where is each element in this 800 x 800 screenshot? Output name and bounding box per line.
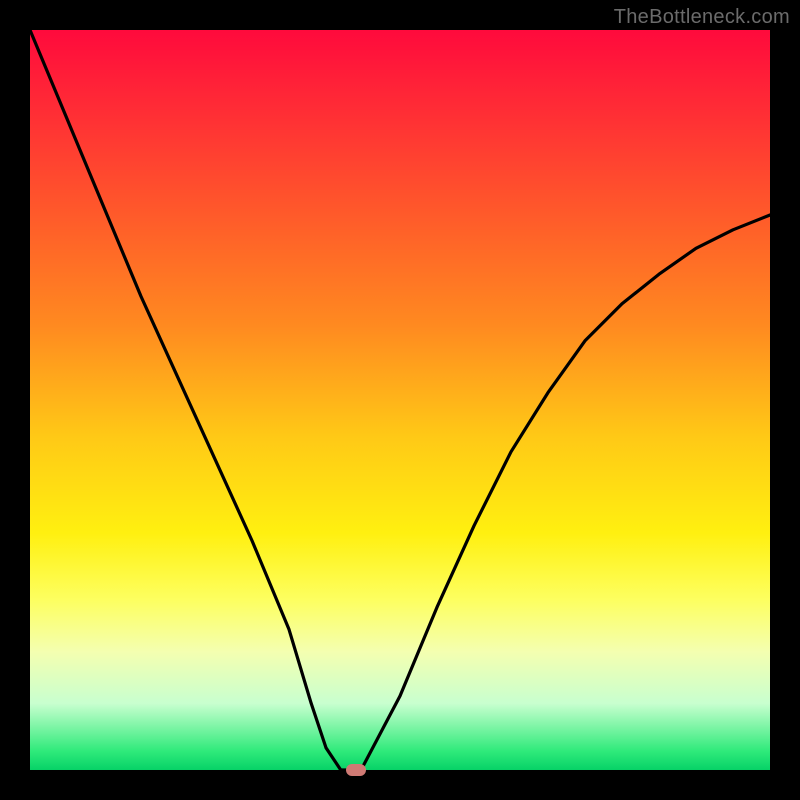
plot-area: [30, 30, 770, 770]
optimal-marker: [346, 764, 366, 776]
bottleneck-curve: [30, 30, 770, 770]
watermark-text: TheBottleneck.com: [614, 6, 790, 29]
chart-frame: TheBottleneck.com: [0, 0, 800, 800]
